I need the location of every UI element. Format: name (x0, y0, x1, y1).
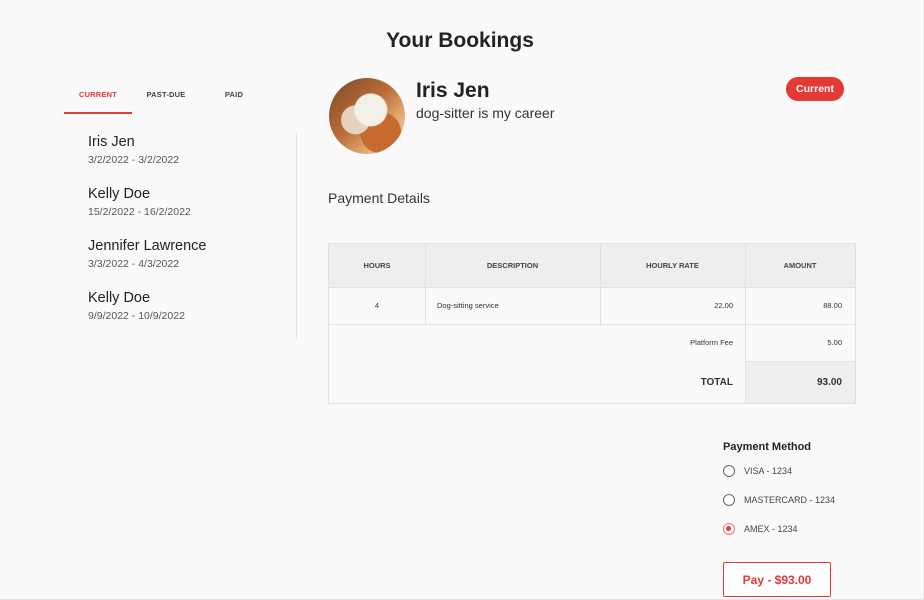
booking-item[interactable]: Kelly Doe 9/9/2022 - 10/9/2022 (88, 290, 288, 342)
booking-name: Jennifer Lawrence (88, 238, 207, 254)
payment-details-title: Payment Details (328, 190, 430, 206)
booking-name: Kelly Doe (88, 290, 151, 306)
tab-current[interactable]: CURRENT (64, 90, 132, 99)
cell-hourly-rate: 22.00 (714, 301, 733, 310)
list-divider (296, 133, 297, 340)
booking-dates: 3/3/2022 - 4/3/2022 (88, 258, 180, 270)
booking-item[interactable]: Iris Jen 3/2/2022 - 3/2/2022 (88, 134, 288, 186)
column-header-hourly-rate: HOURLY RATE (646, 261, 699, 270)
radio-button[interactable] (723, 494, 735, 506)
profile-name: Iris Jen (416, 79, 490, 102)
booking-name: Iris Jen (88, 134, 135, 150)
booking-tabs: CURRENT PAST-DUE PAID (64, 80, 264, 114)
cell-hours: 4 (374, 301, 380, 310)
page-title: Your Bookings (386, 29, 534, 52)
payment-option-amex[interactable]: AMEX - 1234 (723, 521, 798, 537)
column-header-hours: HOURS (363, 261, 391, 270)
payment-option-visa[interactable]: VISA - 1234 (723, 463, 792, 479)
radio-button[interactable] (723, 523, 735, 535)
payment-method-title: Payment Method (723, 441, 812, 453)
booking-item[interactable]: Jennifer Lawrence 3/3/2022 - 4/3/2022 (88, 238, 288, 290)
tab-past-due[interactable]: PAST-DUE (132, 90, 200, 99)
booking-name: Kelly Doe (88, 186, 151, 202)
cell-description: Dog-sitting service (437, 301, 499, 310)
cell-amount: 88.00 (823, 301, 842, 310)
column-header-description: DESCRIPTION (486, 261, 539, 270)
tab-paid[interactable]: PAID (200, 90, 268, 99)
booking-list: Iris Jen 3/2/2022 - 3/2/2022 Kelly Doe 1… (88, 134, 288, 342)
booking-dates: 3/2/2022 - 3/2/2022 (88, 154, 180, 166)
platform-fee-value: 5.00 (827, 338, 842, 347)
platform-fee-label: Platform Fee (690, 338, 733, 347)
avatar (329, 78, 405, 154)
payment-table: HOURS DESCRIPTION HOURLY RATE AMOUNT 4 D… (328, 243, 856, 404)
payment-option-mastercard[interactable]: MASTERCARD - 1234 (723, 492, 835, 508)
column-header-amount: AMOUNT (783, 261, 817, 270)
pay-button[interactable]: Pay - $93.00 (723, 562, 831, 597)
active-tab-indicator (64, 112, 132, 114)
status-badge: Current (786, 77, 844, 101)
payment-option-label: MASTERCARD - 1234 (744, 495, 836, 505)
total-value: 93.00 (816, 376, 842, 388)
payment-option-label: VISA - 1234 (744, 466, 793, 476)
booking-dates: 9/9/2022 - 10/9/2022 (88, 310, 185, 322)
booking-dates: 15/2/2022 - 16/2/2022 (88, 206, 191, 218)
profile-tagline: dog-sitter is my career (416, 105, 555, 121)
payment-option-label: AMEX - 1234 (744, 524, 798, 534)
radio-button[interactable] (723, 465, 735, 477)
total-label: TOTAL (700, 376, 733, 388)
booking-item[interactable]: Kelly Doe 15/2/2022 - 16/2/2022 (88, 186, 288, 238)
